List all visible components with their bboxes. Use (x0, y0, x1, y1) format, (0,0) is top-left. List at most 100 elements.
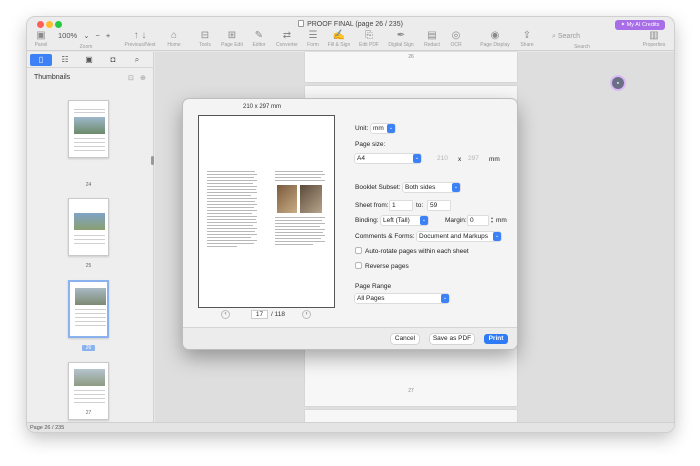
times-sign: x (458, 156, 462, 163)
thumbnail-image (75, 288, 106, 305)
properties-button[interactable]: ▥ Properties (639, 30, 669, 48)
reverse-pages-checkbox[interactable] (355, 262, 362, 269)
sidebar-tabs: ▯ ☷ ▣ ◘ ⌕ (27, 52, 154, 68)
zoom-in-icon[interactable]: + (106, 31, 110, 40)
editor-button[interactable]: ✎ Editor (248, 30, 270, 48)
convert-icon: ⇄ (282, 30, 292, 41)
chevron-right-icon: › (305, 311, 308, 317)
page-width-input[interactable]: 210 (435, 154, 453, 163)
chevron-left-icon: ‹ (224, 311, 227, 317)
sheet-to-input[interactable]: 59 (428, 201, 450, 210)
thumbnail-page[interactable] (68, 198, 109, 256)
page-edit-button[interactable]: ⊞ Page Edit (219, 30, 245, 48)
tab-search[interactable]: ⌕ (126, 54, 148, 66)
chevron-down-icon: ⌄ (441, 294, 449, 303)
next-sheet-button[interactable]: › (302, 310, 311, 319)
thumbnail-page[interactable] (68, 100, 109, 158)
panel-button[interactable]: ▣ Panel (30, 30, 52, 48)
ocr-button[interactable]: ◎ OCR (446, 30, 466, 48)
arrow-up-down-icon: ↑ ↓ (133, 30, 147, 41)
thumbnail-label: 24 (85, 182, 92, 188)
cancel-button[interactable]: Cancel (391, 334, 419, 344)
search-label: Search (574, 44, 590, 50)
form-button[interactable]: ☰ Form (303, 30, 323, 48)
page-range-select[interactable]: All Pages ⌄ (355, 294, 449, 303)
booklet-subset-label: Booklet Subset: (355, 184, 401, 191)
comments-forms-select[interactable]: Document and Markups ⌄ (417, 232, 501, 241)
ai-credits-button[interactable]: ✦ My AI Credits (615, 20, 665, 30)
margin-input[interactable]: 0 (468, 216, 488, 225)
chevron-down-icon[interactable]: ⌄ (83, 31, 89, 40)
share-icon: ⇪ (522, 30, 532, 41)
thumbnail-image (74, 117, 105, 134)
tab-thumbnails[interactable]: ▯ (30, 54, 52, 66)
preview-photo (277, 185, 297, 213)
tab-annotations[interactable]: ▣ (78, 54, 100, 66)
thumbnail-page-selected[interactable] (68, 280, 109, 338)
redact-button[interactable]: ▤ Redact (421, 30, 443, 48)
edit-pdf-icon: ⎘ (365, 30, 373, 41)
page-number-label: 27 (408, 388, 414, 394)
margin-unit: mm (496, 217, 507, 224)
save-as-pdf-button[interactable]: Save as PDF (430, 334, 474, 344)
zoom-out-icon[interactable]: − (95, 31, 99, 40)
margin-stepper[interactable]: ▴ ▾ (489, 216, 495, 225)
sidebar-icon: ▣ (36, 30, 46, 41)
home-button[interactable]: ⌂ Home (164, 30, 184, 48)
page-display-button[interactable]: ◉ Page Display (479, 30, 511, 48)
sidebar-scrollbar[interactable] (151, 156, 154, 165)
thumbnail-image (74, 369, 105, 386)
ai-assistant-avatar[interactable]: ● (612, 77, 624, 89)
zoom-label: Zoom (79, 44, 93, 50)
auto-rotate-label: Auto-rotate pages within each sheet (365, 248, 469, 255)
thumbnails-title: Thumbnails (34, 74, 71, 81)
margin-label: Margin: (445, 217, 467, 224)
tab-outline[interactable]: ☷ (54, 54, 76, 66)
page-icon: ▯ (38, 55, 44, 64)
tab-attachments[interactable]: ◘ (102, 54, 124, 66)
status-bar: Page 26 / 235 (27, 422, 674, 432)
search-input[interactable]: ⌕ Search (552, 33, 580, 41)
add-page-icon[interactable]: ⊕ (140, 74, 146, 82)
stepper-down-icon: ▾ (490, 219, 493, 224)
eye-icon: ◉ (490, 30, 500, 41)
fill-sign-button[interactable]: ✍ Fill & Sign (324, 30, 354, 48)
chevron-down-icon: ⌄ (413, 154, 421, 163)
page-size-select[interactable]: A4 ⌄ (355, 154, 421, 163)
auto-rotate-checkbox[interactable] (355, 247, 362, 254)
ocr-icon: ◎ (451, 30, 461, 41)
toolbox-icon: ⊟ (200, 30, 210, 41)
list-icon: ☷ (61, 55, 69, 64)
unit-label: Unit: (355, 125, 369, 132)
previous-sheet-button[interactable]: ‹ (221, 310, 230, 319)
sheet-from-input[interactable]: 1 (390, 201, 412, 210)
zoom-control[interactable]: 100% ⌄ − + (58, 31, 116, 40)
edit-pdf-button[interactable]: ⎘ Edit PDF (356, 30, 382, 48)
unit-select[interactable]: mm ⌄ (371, 124, 395, 133)
thumbnail-image (74, 213, 105, 230)
page-size-label: Page size: (355, 141, 386, 148)
page-height-input[interactable]: 297 (466, 154, 486, 163)
form-icon: ☰ (308, 30, 318, 41)
converter-button[interactable]: ⇄ Converter (273, 30, 301, 48)
booklet-subset-select[interactable]: Both sides ⌄ (403, 183, 460, 192)
document-icon (298, 20, 305, 27)
digital-sign-button[interactable]: ✒ Digital Sign (385, 30, 417, 48)
binding-select[interactable]: Left (Tall) ⌄ (381, 216, 428, 225)
thumbnail-options-icon[interactable]: ⊡ (128, 74, 134, 82)
pencil-icon: ✎ (254, 30, 264, 41)
binding-label: Binding: (355, 217, 379, 224)
tools-button[interactable]: ⊟ Tools (195, 30, 215, 48)
dialog-footer: Cancel Save as PDF Print (183, 327, 517, 349)
home-icon: ⌂ (170, 30, 178, 41)
preview-photo (300, 185, 322, 213)
share-button[interactable]: ⇪ Share (517, 30, 537, 48)
chevron-down-icon: ⌄ (420, 216, 428, 225)
chevron-down-icon: ⌄ (452, 183, 460, 192)
thumbnail-label: 25 (85, 263, 92, 269)
current-sheet-input[interactable]: 17 (251, 310, 268, 319)
total-sheets: / 118 (271, 311, 285, 318)
print-button[interactable]: Print (484, 334, 508, 344)
page-size-unit: mm (489, 156, 500, 163)
previous-next-button[interactable]: ↑ ↓ Previous/Next (123, 30, 157, 48)
